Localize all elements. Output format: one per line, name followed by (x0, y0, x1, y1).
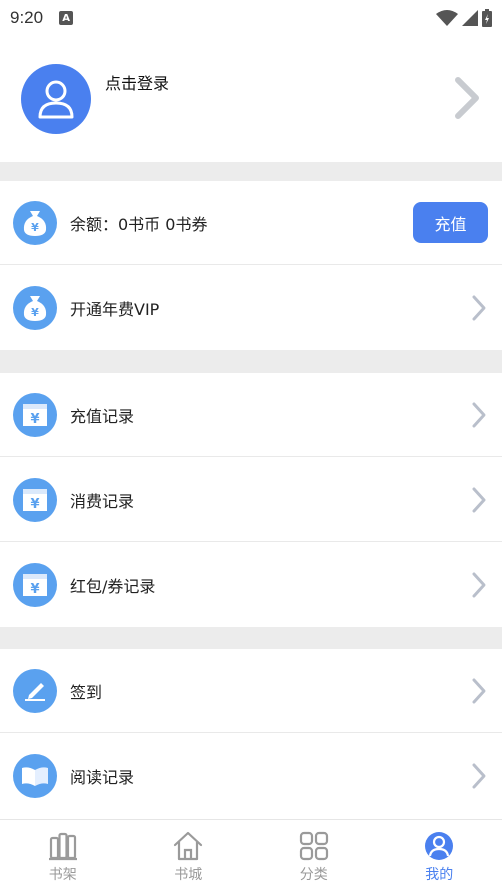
checkin-row[interactable]: 签到 (0, 649, 502, 733)
receipt-icon: ¥ (13, 563, 57, 607)
record-label: 消费记录 (70, 491, 135, 511)
redpacket-record-row[interactable]: ¥ 红包/券记录 (0, 543, 502, 627)
tab-bookshelf[interactable]: 书架 (0, 820, 126, 894)
tab-label: 书城 (174, 867, 203, 883)
user-avatar-icon (38, 80, 74, 119)
login-link[interactable]: 点击登录 (105, 70, 169, 94)
svg-text:¥: ¥ (30, 497, 39, 512)
tab-bookstore[interactable]: 书城 (126, 820, 252, 894)
notification-a-icon: A (59, 11, 74, 25)
status-bar: 9:20 A (0, 0, 502, 36)
reading-record-label: 阅读记录 (70, 768, 135, 787)
chevron-right-icon (472, 763, 486, 789)
section-divider (0, 350, 502, 373)
receipt-icon: ¥ (13, 392, 57, 437)
avatar[interactable] (21, 64, 91, 134)
balance-row: ¥ 余额：0书币 0书券 充值 (0, 181, 502, 265)
recharge-button[interactable]: 充值 (413, 202, 488, 243)
tab-category[interactable]: 分类 (251, 820, 377, 894)
status-indicators (436, 9, 492, 27)
receipt-icon: ¥ (13, 477, 57, 522)
tab-label: 书架 (48, 867, 77, 883)
record-label: 红包/券记录 (70, 577, 156, 596)
chevron-right-icon (472, 487, 486, 513)
consume-record-row[interactable]: ¥ 消费记录 (0, 458, 502, 542)
profile-header[interactable]: 点击登录 (0, 36, 502, 162)
money-bag-icon: ¥ (13, 286, 57, 330)
user-icon (425, 832, 454, 860)
reading-record-row[interactable]: 阅读记录 (0, 734, 502, 818)
category-grid-icon (299, 831, 328, 861)
checkin-label: 签到 (70, 682, 103, 702)
chevron-right-icon (472, 295, 486, 321)
section-divider (0, 162, 502, 181)
recharge-record-row[interactable]: ¥ 充值记录 (0, 373, 502, 457)
status-time: 9:20 (10, 8, 44, 27)
chevron-right-icon[interactable] (452, 76, 482, 120)
pen-icon (13, 668, 57, 713)
vip-label: 开通年费VIP (70, 300, 160, 319)
money-bag-icon: ¥ (13, 200, 57, 245)
bottom-nav: 书架 书城 分类 我的 (0, 819, 502, 894)
chevron-right-icon (472, 572, 486, 598)
section-divider (0, 627, 502, 649)
home-icon (174, 831, 203, 861)
svg-text:¥: ¥ (30, 412, 39, 427)
chevron-right-icon (472, 402, 486, 428)
battery-icon (482, 9, 492, 27)
tab-mine[interactable]: 我的 (377, 820, 502, 894)
balance-text: 余额：0书币 0书券 (70, 214, 208, 234)
tab-label: 分类 (299, 867, 328, 883)
wifi-icon (436, 10, 458, 26)
svg-text:¥: ¥ (31, 221, 39, 234)
open-book-icon (13, 754, 57, 798)
svg-text:¥: ¥ (30, 582, 39, 597)
vip-row[interactable]: ¥ 开通年费VIP (0, 266, 502, 350)
cell-signal-icon (462, 10, 478, 26)
bookshelf-icon (48, 832, 77, 861)
svg-text:¥: ¥ (31, 306, 39, 319)
record-label: 充值记录 (70, 406, 135, 426)
tab-label: 我的 (425, 867, 454, 883)
chevron-right-icon (472, 678, 486, 704)
